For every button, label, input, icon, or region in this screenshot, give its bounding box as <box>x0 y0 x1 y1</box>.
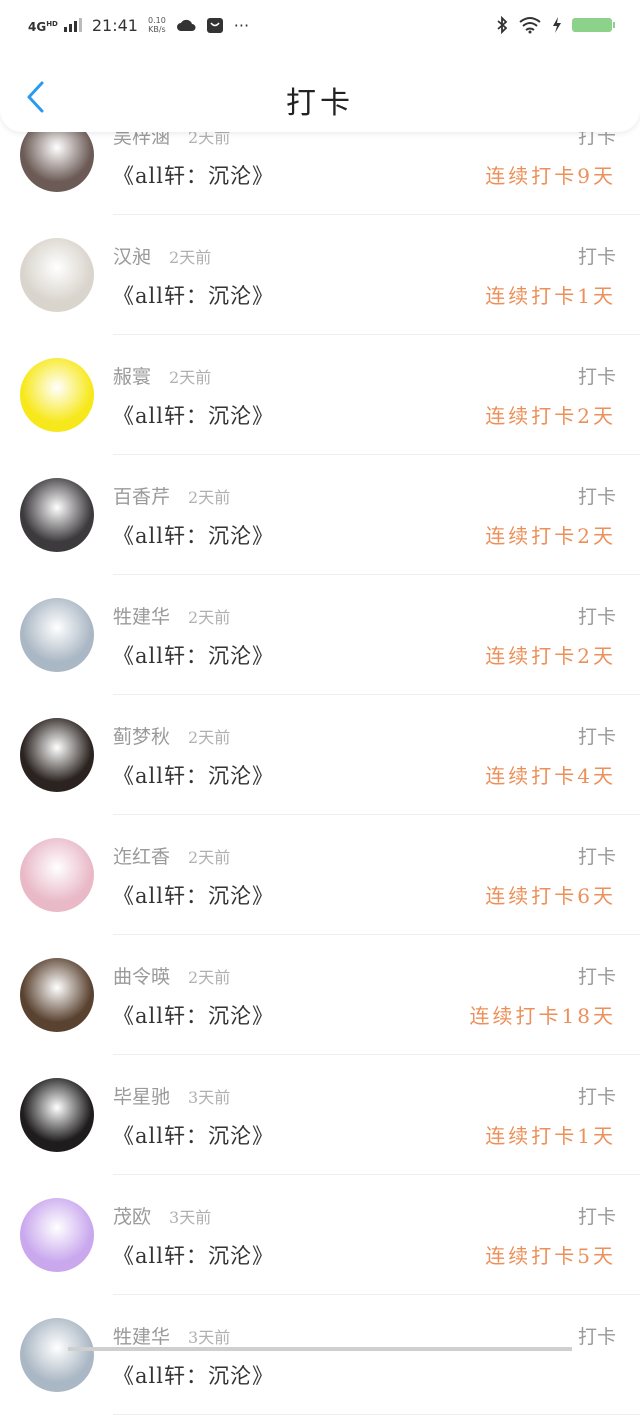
book-title: 《all轩：沉沦》 <box>113 1244 274 1268</box>
user-name: 蓟梦秋 <box>113 726 171 748</box>
book-title: 《all轩：沉沦》 <box>113 404 274 428</box>
avatar[interactable] <box>20 1318 94 1392</box>
checkin-label: 打卡 <box>577 726 616 748</box>
user-info: 牲建华 3天前 <box>113 1322 230 1349</box>
post-time: 2天前 <box>188 608 231 627</box>
avatar[interactable] <box>20 718 94 792</box>
streak-text: 连续打卡18天 <box>469 1004 616 1028</box>
user-info: 百香芹 2天前 <box>113 482 230 509</box>
avatar[interactable] <box>20 838 94 912</box>
streak-text: 连续打卡2天 <box>485 524 616 548</box>
user-name: 赧寰 <box>113 366 152 388</box>
book-title: 《all轩：沉沦》 <box>113 284 274 308</box>
user-info: 茂欧 3天前 <box>113 1202 211 1229</box>
list-item[interactable]: 迮红香 2天前《all轩：沉沦》 打卡连续打卡6天 <box>0 815 640 935</box>
user-name: 牲建华 <box>113 1326 171 1348</box>
wifi-icon <box>519 17 541 34</box>
user-info: 蓟梦秋 2天前 <box>113 722 230 749</box>
book-title: 《all轩：沉沦》 <box>113 644 274 668</box>
avatar[interactable] <box>20 598 94 672</box>
avatar[interactable] <box>20 358 94 432</box>
checkin-list: 吴梓涵 2天前 《all轩：沉沦》 打卡 连续打卡9天 汉昶 2天前 《all轩：沉沦》 打卡连… <box>0 95 640 1415</box>
user-info: 曲令暎 2天前 <box>113 962 230 989</box>
checkin-label: 打卡 <box>577 246 616 268</box>
streak-text: 连续打卡2天 <box>485 644 616 668</box>
book-title: 《all轩：沉沦》 <box>113 1124 274 1148</box>
home-indicator <box>68 1347 572 1351</box>
user-name: 茂欧 <box>113 1206 152 1228</box>
status-left: 4GHD 21:41 0.10 KB/s ··· <box>28 16 249 35</box>
post-time: 2天前 <box>169 368 212 387</box>
streak-text: 连续打卡9天 <box>485 164 616 188</box>
checkin-label: 打卡 <box>577 1326 616 1348</box>
list-item[interactable]: 百香芹 2天前《all轩：沉沦》 打卡连续打卡2天 <box>0 455 640 575</box>
user-name: 毕星驰 <box>113 1086 171 1108</box>
book-title: 《all轩：沉沦》 <box>113 764 274 788</box>
book-title: 《all轩：沉沦》 <box>113 1004 274 1028</box>
signal-icon <box>63 18 82 32</box>
list-item[interactable]: 牲建华 2天前《all轩：沉沦》 打卡连续打卡2天 <box>0 575 640 695</box>
book-title: 《all轩：沉沦》 <box>113 164 274 188</box>
status-right <box>496 16 615 34</box>
user-info: 赧寰 2天前 <box>113 362 211 389</box>
checkin-label: 打卡 <box>577 846 616 868</box>
checkin-label: 打卡 <box>577 966 616 988</box>
list-item[interactable]: 毕星驰 3天前《all轩：沉沦》 打卡连续打卡1天 <box>0 1055 640 1175</box>
book-title: 《all轩：沉沦》 <box>113 1364 274 1388</box>
avatar[interactable] <box>20 238 94 312</box>
checkin-label: 打卡 <box>577 606 616 628</box>
user-info: 汉昶 2天前 <box>113 242 211 269</box>
user-name: 迮红香 <box>113 846 171 868</box>
user-info: 毕星驰 3天前 <box>113 1082 230 1109</box>
clock: 21:41 <box>91 15 138 35</box>
user-name: 汉昶 <box>113 246 152 268</box>
list-item[interactable]: 牲建华 3天前《all轩：沉沦》 打卡 <box>0 1295 640 1415</box>
user-name: 牲建华 <box>113 606 171 628</box>
post-time: 2天前 <box>188 968 231 987</box>
list-item[interactable]: 赧寰 2天前《all轩：沉沦》 打卡连续打卡2天 <box>0 335 640 455</box>
avatar[interactable] <box>20 958 94 1032</box>
post-time: 2天前 <box>169 248 212 267</box>
bluetooth-icon <box>497 16 508 34</box>
post-time: 2天前 <box>188 728 231 747</box>
bag-icon <box>206 18 223 33</box>
checkin-label: 打卡 <box>577 366 616 388</box>
avatar[interactable] <box>20 478 94 552</box>
cloud-icon <box>176 19 196 31</box>
streak-text: 连续打卡1天 <box>485 1124 616 1148</box>
user-name: 曲令暎 <box>113 966 171 988</box>
list-item[interactable]: 曲令暎 2天前《all轩：沉沦》 打卡连续打卡18天 <box>0 935 640 1055</box>
streak-text: 连续打卡4天 <box>485 764 616 788</box>
avatar[interactable] <box>20 1078 94 1152</box>
book-title: 《all轩：沉沦》 <box>113 884 274 908</box>
streak-text: 连续打卡1天 <box>485 284 616 308</box>
navigation-bar: 打卡 <box>0 50 640 132</box>
streak-text: 连续打卡5天 <box>485 1244 616 1268</box>
user-info: 迮红香 2天前 <box>113 842 230 869</box>
post-time: 3天前 <box>188 1328 231 1347</box>
user-info: 牲建华 2天前 <box>113 602 230 629</box>
avatar[interactable] <box>20 1198 94 1272</box>
status-bar: 4GHD 21:41 0.10 KB/s ··· <box>0 0 640 50</box>
checkin-label: 打卡 <box>577 1086 616 1108</box>
network-type: 4GHD <box>28 19 58 34</box>
checkin-label: 打卡 <box>577 1206 616 1228</box>
more-notifications-icon: ··· <box>233 15 250 35</box>
charging-icon <box>553 17 561 33</box>
user-name: 百香芹 <box>113 486 171 508</box>
battery-icon <box>572 18 615 32</box>
network-speed: 0.10 KB/s <box>147 16 166 34</box>
checkin-label: 打卡 <box>577 486 616 508</box>
post-time: 3天前 <box>169 1208 212 1227</box>
post-time: 3天前 <box>188 1088 231 1107</box>
book-title: 《all轩：沉沦》 <box>113 524 274 548</box>
post-time: 2天前 <box>188 488 231 507</box>
post-time: 2天前 <box>188 848 231 867</box>
streak-text: 连续打卡2天 <box>485 404 616 428</box>
list-item[interactable]: 茂欧 3天前《all轩：沉沦》 打卡连续打卡5天 <box>0 1175 640 1295</box>
page-title: 打卡 <box>286 86 354 121</box>
streak-text: 连续打卡6天 <box>485 884 616 908</box>
list-item[interactable]: 汉昶 2天前《all轩：沉沦》 打卡连续打卡1天 <box>0 215 640 335</box>
list-item[interactable]: 蓟梦秋 2天前《all轩：沉沦》 打卡连续打卡4天 <box>0 695 640 815</box>
